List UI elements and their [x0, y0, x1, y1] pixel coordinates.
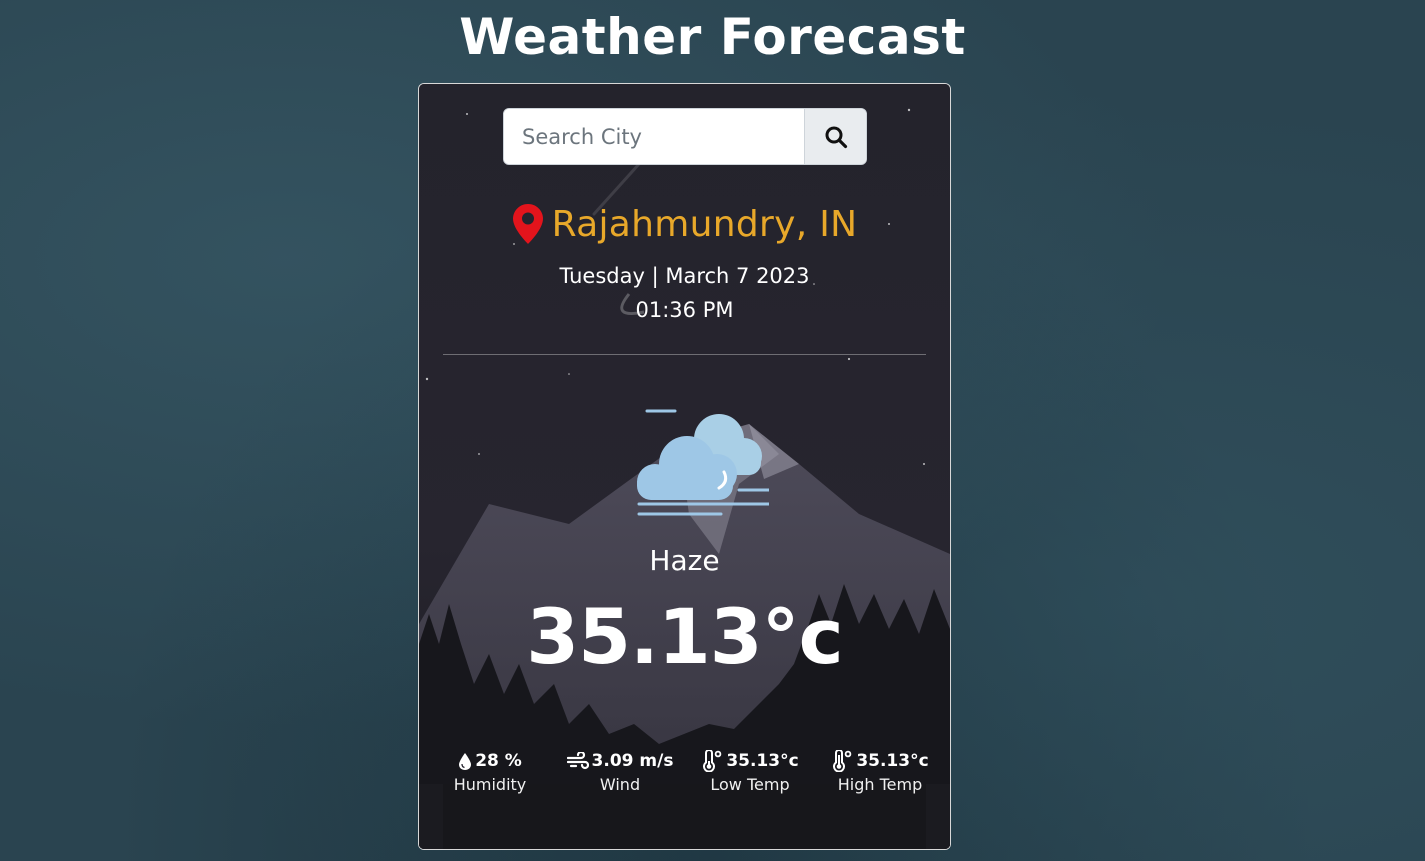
weather-condition: Haze	[649, 544, 720, 577]
wind-label: Wind	[599, 775, 641, 794]
low-temp-value: 35.13°c	[726, 751, 799, 771]
stat-humidity: 28 % Humidity	[425, 747, 555, 794]
location-row: Rajahmundry, IN	[419, 199, 950, 249]
stat-low-temp: 35.13°c Low Temp	[685, 747, 815, 794]
search-input[interactable]	[504, 109, 804, 164]
app-title: Weather Forecast	[459, 8, 966, 66]
divider	[443, 354, 926, 355]
map-pin-icon	[512, 204, 543, 244]
search-button[interactable]	[804, 109, 866, 164]
search-icon	[825, 126, 847, 148]
date-text: Tuesday | March 7 2023	[559, 264, 810, 288]
high-temp-label: High Temp	[837, 775, 923, 794]
haze-cloud-icon	[637, 409, 769, 516]
weather-card: Rajahmundry, IN Tuesday | March 7 2023 0…	[418, 83, 951, 850]
humidity-label: Humidity	[453, 775, 527, 794]
thermometer-high-icon	[833, 750, 852, 772]
humidity-value: 28 %	[475, 751, 522, 771]
low-temp-label: Low Temp	[710, 775, 790, 794]
thermometer-low-icon	[703, 750, 722, 772]
stat-high-temp: 35.13°c High Temp	[815, 747, 945, 794]
weather-stats: 28 % Humidity 3.09 m/s Wind 35.13°c Low …	[419, 747, 950, 807]
high-temp-value: 35.13°c	[856, 751, 929, 771]
time-text: 01:36 PM	[635, 298, 734, 322]
droplet-icon	[459, 752, 472, 770]
search-bar	[503, 108, 867, 165]
temperature: 35.13°c	[526, 592, 843, 681]
city-name: Rajahmundry, IN	[551, 203, 858, 245]
stat-wind: 3.09 m/s Wind	[555, 747, 685, 794]
wind-value: 3.09 m/s	[591, 751, 674, 771]
wind-icon	[566, 752, 589, 770]
